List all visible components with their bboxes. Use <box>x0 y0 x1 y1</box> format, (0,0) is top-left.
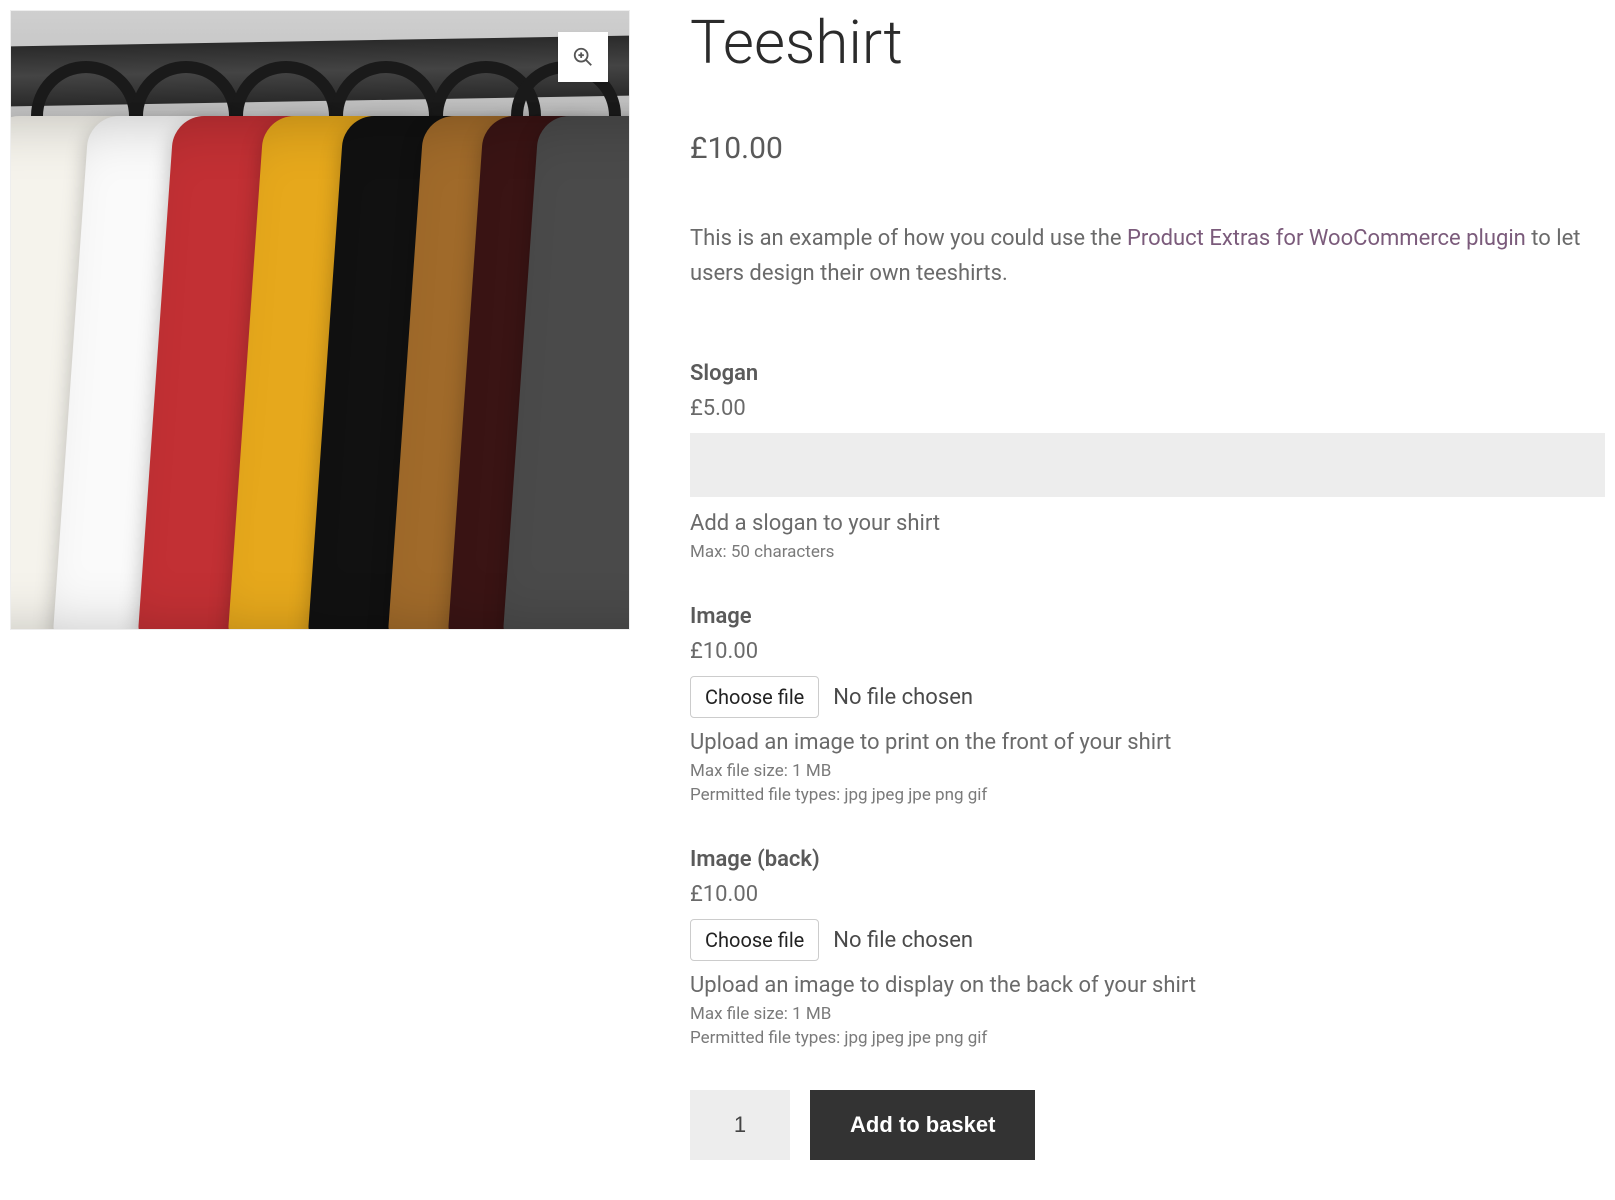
product-page: Teeshirt £10.00 This is an example of ho… <box>10 10 1605 1160</box>
extra-image-back: Image (back) £10.00 Choose file No file … <box>690 847 1605 1048</box>
image-front-help: Upload an image to print on the front of… <box>690 730 1605 755</box>
extra-slogan: Slogan £5.00 Add a slogan to your shirt … <box>690 361 1605 562</box>
image-back-help: Upload an image to display on the back o… <box>690 973 1605 998</box>
image-back-file-status: No file chosen <box>833 928 973 953</box>
image-front-types-note: Permitted file types: jpg jpeg jpe png g… <box>690 785 1605 805</box>
image-front-label: Image <box>690 604 1605 629</box>
slogan-help: Add a slogan to your shirt <box>690 511 1605 536</box>
image-back-label: Image (back) <box>690 847 1605 872</box>
product-gallery <box>10 10 630 630</box>
slogan-price: £5.00 <box>690 396 1605 421</box>
add-to-basket-button[interactable]: Add to basket <box>810 1090 1035 1160</box>
product-price: £10.00 <box>690 131 1605 166</box>
product-image[interactable] <box>10 10 630 630</box>
zoom-in-icon[interactable] <box>558 32 608 82</box>
image-back-file-row: Choose file No file chosen <box>690 919 1605 961</box>
add-to-cart-row: Add to basket <box>690 1090 1605 1160</box>
image-front-size-note: Max file size: 1 MB <box>690 761 1605 781</box>
image-front-file-row: Choose file No file chosen <box>690 676 1605 718</box>
image-back-choose-button[interactable]: Choose file <box>690 919 819 961</box>
slogan-input[interactable] <box>690 433 1605 497</box>
product-extras-link[interactable]: Product Extras for WooCommerce plugin <box>1127 226 1526 251</box>
slogan-max-note: Max: 50 characters <box>690 542 1605 562</box>
image-front-file-status: No file chosen <box>833 685 973 710</box>
image-back-size-note: Max file size: 1 MB <box>690 1004 1605 1024</box>
product-description: This is an example of how you could use … <box>690 221 1605 291</box>
desc-text-before: This is an example of how you could use … <box>690 226 1127 251</box>
image-front-price: £10.00 <box>690 639 1605 664</box>
product-title: Teeshirt <box>690 10 1605 76</box>
image-front-choose-button[interactable]: Choose file <box>690 676 819 718</box>
image-back-price: £10.00 <box>690 882 1605 907</box>
product-summary: Teeshirt £10.00 This is an example of ho… <box>690 10 1605 1160</box>
extra-image-front: Image £10.00 Choose file No file chosen … <box>690 604 1605 805</box>
slogan-label: Slogan <box>690 361 1605 386</box>
image-back-types-note: Permitted file types: jpg jpeg jpe png g… <box>690 1028 1605 1048</box>
quantity-input[interactable] <box>690 1090 790 1160</box>
